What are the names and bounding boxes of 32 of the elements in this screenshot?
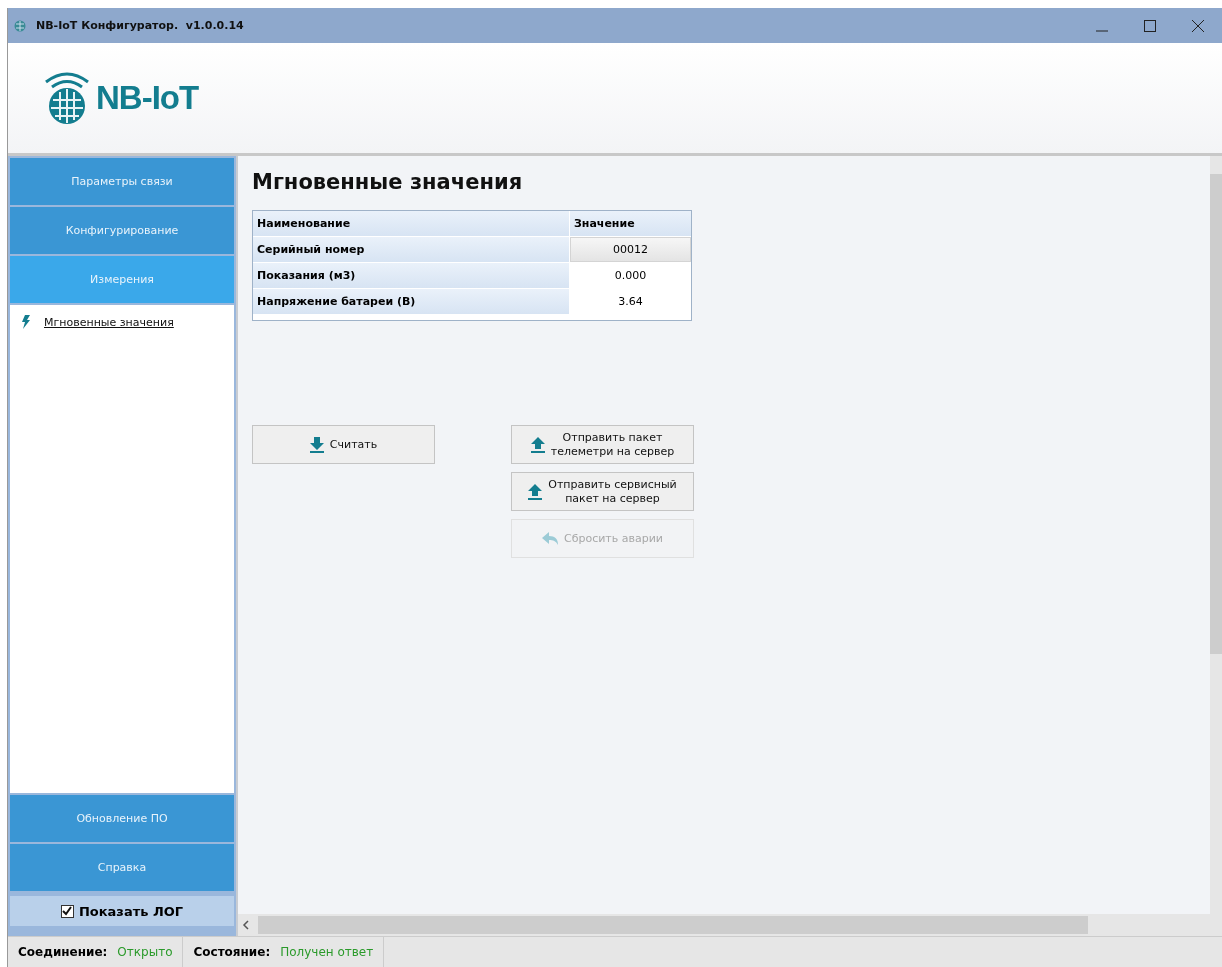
sidebar-link[interactable]: Мгновенные значения bbox=[44, 315, 174, 329]
table-cell[interactable]: 3.64 bbox=[570, 289, 691, 314]
vertical-scrollbar[interactable] bbox=[1210, 156, 1222, 914]
table-cell[interactable]: 0.000 bbox=[570, 263, 691, 288]
checkbox[interactable] bbox=[60, 904, 74, 918]
horizontal-scrollbar[interactable] bbox=[238, 914, 1222, 936]
row-header: Показания (м3) bbox=[253, 263, 570, 288]
page-title: Мгновенные значения bbox=[252, 170, 524, 194]
status-value: Открыто bbox=[117, 945, 173, 959]
upload-icon bbox=[530, 436, 545, 453]
logo-text: NB-IoT bbox=[96, 79, 199, 117]
status-value: Получен ответ bbox=[280, 945, 374, 959]
table-cell[interactable]: 00012 bbox=[570, 237, 691, 262]
globe-icon bbox=[14, 18, 26, 33]
download-button[interactable]: Считать bbox=[252, 425, 435, 464]
upload-button[interactable]: Отправить пакет телеметри на сервер bbox=[511, 425, 694, 464]
window-title: NB-IoT Конфигуратор. v1.0.0.14 bbox=[36, 19, 245, 32]
column-header: Значение bbox=[570, 211, 691, 236]
upload-button[interactable]: Отправить сервисный пакет на сервер bbox=[511, 472, 694, 511]
status-label: Соединение: bbox=[18, 945, 108, 959]
row-header: Серийный номер bbox=[253, 237, 570, 262]
undo-icon bbox=[542, 531, 558, 546]
maximize-icon bbox=[1143, 18, 1157, 33]
status-label: Состояние: bbox=[193, 945, 271, 959]
close-icon bbox=[1191, 18, 1205, 33]
row-header: Напряжение батареи (В) bbox=[253, 289, 570, 314]
lightning-icon bbox=[22, 315, 30, 329]
column-header: Наименование bbox=[253, 211, 570, 236]
upload-icon bbox=[528, 483, 543, 500]
download-icon bbox=[309, 436, 324, 453]
minimize-icon bbox=[1095, 29, 1109, 32]
checkbox-label: Показать ЛОГ bbox=[78, 903, 184, 919]
